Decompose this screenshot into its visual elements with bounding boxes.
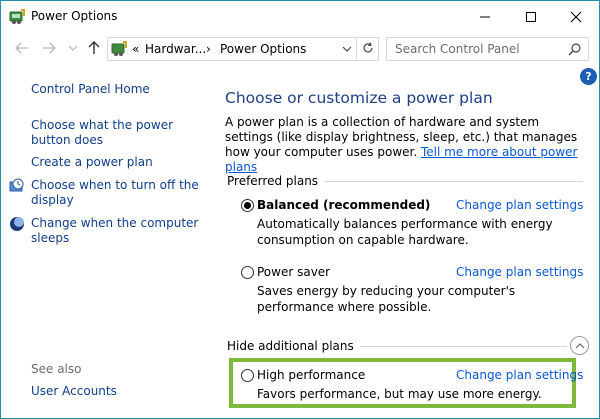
plan-desc-high-performance: Favors performance, but may use more ene…	[257, 387, 542, 401]
sidebar-item-control-panel-home[interactable]: Control Panel Home	[31, 82, 150, 97]
plan-name-high-performance[interactable]: High performance	[257, 368, 365, 382]
address-bar[interactable]: « Hardwar... › Power Options	[107, 37, 357, 61]
back-arrow-icon[interactable]	[14, 40, 30, 56]
chevron-up-icon	[575, 339, 585, 353]
navigation-bar: « Hardwar... › Power Options Search Cont…	[1, 32, 599, 64]
maximize-button[interactable]	[508, 1, 554, 32]
see-also-heading: See also	[31, 362, 82, 376]
plan-desc-balanced: Automatically balances performance with …	[257, 217, 553, 247]
address-overflow[interactable]: «	[132, 42, 139, 56]
search-input[interactable]: Search Control Panel	[386, 37, 589, 61]
sidebar-item-turn-off-display[interactable]: Choose when to turn off the display	[31, 178, 209, 208]
sleep-moon-icon	[9, 216, 25, 232]
forward-arrow-icon[interactable]	[41, 40, 57, 56]
window-title: Power Options	[31, 9, 118, 23]
control-panel-icon	[111, 40, 129, 58]
balanced-radio[interactable]	[241, 199, 254, 212]
power-options-icon	[9, 8, 27, 26]
preferred-plans-label: Preferred plans	[227, 174, 325, 188]
hide-additional-plans-label[interactable]: Hide additional plans	[227, 339, 360, 353]
change-plan-settings-balanced[interactable]: Change plan settings	[456, 198, 583, 212]
collapse-plans-button[interactable]	[570, 336, 589, 355]
breadcrumb-hardware[interactable]: Hardwar...	[145, 42, 206, 56]
power-saver-radio[interactable]	[241, 266, 254, 279]
plan-name-power-saver[interactable]: Power saver	[257, 265, 330, 279]
refresh-button[interactable]	[357, 37, 379, 61]
radio-selected-dot	[244, 202, 251, 209]
sidebar-item-user-accounts[interactable]: User Accounts	[31, 384, 117, 399]
search-icon[interactable]	[568, 42, 582, 59]
intro-text: A power plan is a collection of hardware…	[225, 115, 585, 175]
display-clock-icon	[9, 178, 25, 194]
sidebar-item-computer-sleeps[interactable]: Change when the computer sleeps	[31, 216, 209, 246]
breadcrumb-power-options[interactable]: Power Options	[220, 42, 306, 56]
plan-name-balanced[interactable]: Balanced (recommended)	[257, 198, 430, 212]
search-placeholder: Search Control Panel	[395, 42, 520, 56]
refresh-icon	[362, 41, 374, 57]
sidebar-item-power-button[interactable]: Choose what the power button does	[31, 118, 209, 148]
up-arrow-icon[interactable]	[86, 40, 102, 56]
sidebar-item-create-plan[interactable]: Create a power plan	[31, 155, 153, 170]
plan-desc-power-saver: Saves energy by reducing your computer's…	[257, 284, 516, 314]
title-bar: Power Options	[1, 1, 599, 32]
recent-locations-chevron-icon[interactable]	[65, 40, 81, 56]
help-icon[interactable]: ?	[580, 68, 597, 85]
address-dropdown-chevron-icon[interactable]	[342, 43, 352, 56]
page-title: Choose or customize a power plan	[225, 89, 493, 107]
sidebar: Control Panel Home Choose what the power…	[1, 64, 216, 419]
high-performance-radio[interactable]	[241, 369, 254, 382]
change-plan-settings-power-saver[interactable]: Change plan settings	[456, 265, 583, 279]
change-plan-settings-high-performance[interactable]: Change plan settings	[456, 368, 583, 382]
minimize-button[interactable]	[462, 1, 508, 32]
power-options-window: Power Options « Hardwar... › Power Optio…	[0, 0, 600, 419]
close-button[interactable]	[553, 1, 599, 32]
breadcrumb-separator[interactable]: ›	[206, 42, 211, 56]
